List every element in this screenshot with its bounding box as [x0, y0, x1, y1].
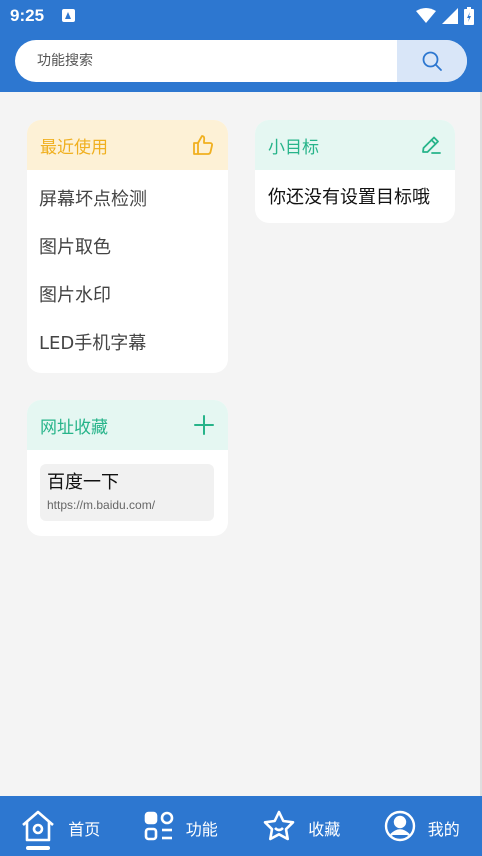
- recent-list: 屏幕坏点检测 图片取色 图片水印 LED手机字幕: [27, 170, 228, 368]
- search-icon: [422, 51, 442, 71]
- bookmark-name: 百度一下: [47, 472, 119, 493]
- tab-favorites[interactable]: 收藏: [241, 796, 362, 856]
- tab-profile[interactable]: 我的: [362, 796, 482, 856]
- tab-home[interactable]: 首页: [0, 796, 121, 856]
- status-time: 9:25: [10, 6, 45, 25]
- battery-icon: [464, 7, 474, 25]
- star-icon: [263, 810, 295, 841]
- notification-icon: [62, 9, 75, 22]
- bookmark-url: https://m.baidu.com/: [47, 498, 156, 512]
- goal-card: 小目标 你还没有设置目标哦: [255, 120, 455, 223]
- wifi-icon: [416, 8, 436, 23]
- header: [0, 34, 482, 92]
- active-tab-indicator: [26, 846, 50, 850]
- user-icon: [384, 810, 415, 842]
- recent-card-title: 最近使用: [40, 137, 108, 158]
- tab-functions[interactable]: 功能: [121, 796, 242, 856]
- search-button[interactable]: [397, 40, 467, 82]
- signal-icon: [442, 8, 458, 24]
- tab-profile-label: 我的: [427, 820, 460, 839]
- recent-card-header: 最近使用: [27, 120, 228, 170]
- home-icon: [22, 810, 55, 842]
- thumbs-up-icon[interactable]: [191, 133, 215, 157]
- status-bar: 9:25: [0, 0, 482, 34]
- status-icons: [416, 7, 474, 25]
- recent-item[interactable]: 图片取色: [27, 224, 228, 272]
- edit-icon[interactable]: [420, 134, 442, 156]
- bookmarks-card-header: 网址收藏: [27, 400, 228, 450]
- search-bar: [15, 40, 467, 82]
- grid-icon: [144, 811, 174, 841]
- recent-card: 最近使用 屏幕坏点检测 图片取色 图片水印 LED手机字幕: [27, 120, 228, 373]
- bookmarks-card-title: 网址收藏: [40, 417, 108, 438]
- bottom-tab-bar: 首页 功能 收藏 我的: [0, 796, 482, 856]
- goal-card-title: 小目标: [268, 137, 319, 158]
- bookmarks-card: 网址收藏 百度一下 https://m.baidu.com/: [27, 400, 228, 536]
- goal-empty-text: 你还没有设置目标哦: [268, 187, 430, 208]
- bookmark-item[interactable]: 百度一下 https://m.baidu.com/: [40, 464, 214, 521]
- recent-item[interactable]: 屏幕坏点检测: [27, 176, 228, 224]
- tab-functions-label: 功能: [185, 820, 218, 839]
- add-bookmark-icon[interactable]: [193, 414, 215, 436]
- tab-favorites-label: 收藏: [308, 820, 341, 839]
- search-input[interactable]: [15, 40, 397, 82]
- recent-item[interactable]: 图片水印: [27, 272, 228, 320]
- goal-card-header: 小目标: [255, 120, 455, 170]
- tab-home-label: 首页: [68, 820, 101, 839]
- recent-item[interactable]: LED手机字幕: [27, 320, 228, 368]
